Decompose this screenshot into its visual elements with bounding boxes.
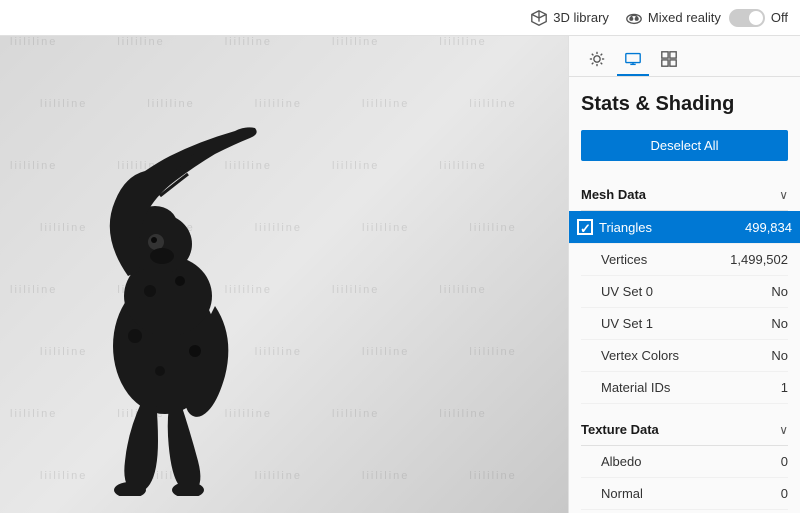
panel-content: Stats & Shading Deselect All Mesh Data ∨…: [569, 77, 800, 513]
texture-data-section: Texture Data ∨ Albedo 0 Normal 0: [581, 412, 788, 510]
panel-tabs: [569, 36, 800, 77]
normal-label: Normal: [601, 486, 643, 501]
tab-display[interactable]: [617, 44, 649, 76]
tab-grid[interactable]: [653, 44, 685, 76]
mesh-data-title: Mesh Data: [581, 187, 646, 202]
material-ids-value: 1: [781, 380, 788, 395]
tab-sun[interactable]: [581, 44, 613, 76]
normal-row: Normal 0: [581, 478, 788, 510]
mixed-reality-toggle[interactable]: Off: [729, 9, 788, 27]
normal-value: 0: [781, 486, 788, 501]
toggle-label: Off: [771, 10, 788, 25]
mesh-data-chevron: ∨: [779, 188, 788, 202]
mixed-reality-icon: [625, 9, 643, 27]
viewport[interactable]: liililineliililineliililineliililineliil…: [0, 36, 568, 513]
uvset1-value: No: [771, 316, 788, 331]
cube-icon: [530, 9, 548, 27]
triangles-text: Triangles: [599, 220, 652, 235]
uvset0-label: UV Set 0: [601, 284, 653, 299]
texture-data-header[interactable]: Texture Data ∨: [581, 412, 788, 446]
mixed-reality-label: Mixed reality: [648, 10, 721, 25]
texture-data-chevron: ∨: [779, 423, 788, 437]
albedo-row: Albedo 0: [581, 446, 788, 478]
uvset1-label: UV Set 1: [601, 316, 653, 331]
uvset0-value: No: [771, 284, 788, 299]
triangles-value: 499,834: [745, 220, 792, 235]
deselect-all-button[interactable]: Deselect All: [581, 130, 788, 161]
mesh-data-section: Mesh Data ∨ ✓ Triangles 499,834 Vertices: [581, 177, 788, 404]
vertices-label: Vertices: [601, 252, 647, 267]
vertex-colors-label: Vertex Colors: [601, 348, 679, 363]
texture-data-title: Texture Data: [581, 422, 659, 437]
mixed-reality-button[interactable]: Mixed reality: [625, 9, 721, 27]
top-bar: 3D library Mixed reality Off: [0, 0, 800, 36]
triangles-row[interactable]: ✓ Triangles 499,834: [569, 211, 800, 244]
uvset1-row: UV Set 1 No: [581, 308, 788, 340]
library-button[interactable]: 3D library: [530, 9, 609, 27]
check-icon: ✓: [580, 222, 590, 232]
mesh-data-header[interactable]: Mesh Data ∨: [581, 177, 788, 211]
toggle-switch[interactable]: [729, 9, 765, 27]
triangles-label: ✓ Triangles: [577, 219, 652, 235]
vertices-value: 1,499,502: [730, 252, 788, 267]
vertex-colors-row: Vertex Colors No: [581, 340, 788, 372]
material-ids-label: Material IDs: [601, 380, 670, 395]
toggle-knob: [749, 11, 763, 25]
uvset0-row: UV Set 0 No: [581, 276, 788, 308]
right-panel: Stats & Shading Deselect All Mesh Data ∨…: [568, 36, 800, 513]
albedo-label: Albedo: [601, 454, 641, 469]
vertices-row: Vertices 1,499,502: [581, 244, 788, 276]
panel-title: Stats & Shading: [581, 93, 788, 116]
albedo-value: 0: [781, 454, 788, 469]
character-model: [60, 116, 280, 476]
vertex-colors-value: No: [771, 348, 788, 363]
main-content: liililineliililineliililineliililineliil…: [0, 36, 800, 513]
triangles-checkbox[interactable]: ✓: [577, 219, 593, 235]
library-label: 3D library: [553, 10, 609, 25]
material-ids-row: Material IDs 1: [581, 372, 788, 404]
